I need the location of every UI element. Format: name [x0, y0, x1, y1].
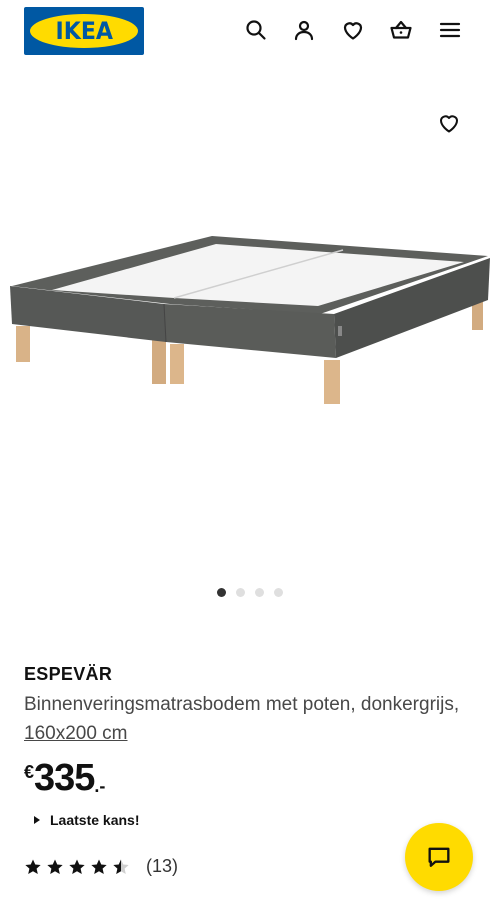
product-rating[interactable]: (13)	[24, 856, 178, 877]
product-price: € 335 .-	[24, 756, 105, 800]
logo-oval: IKEA	[30, 14, 138, 48]
product-gallery[interactable]	[0, 88, 498, 608]
product-info: ESPEVÄR Binnenveringsmatrasbodem met pot…	[24, 662, 474, 748]
account-icon[interactable]	[291, 17, 317, 43]
chat-button[interactable]	[405, 823, 473, 891]
menu-icon[interactable]	[437, 17, 463, 43]
product-description: Binnenveringsmatrasbodem met poten, donk…	[24, 690, 474, 748]
notice-text: Laatste kans!	[50, 812, 140, 828]
gallery-pagination	[0, 588, 498, 597]
product-description-text: Binnenveringsmatrasbodem met poten, donk…	[24, 694, 460, 715]
favourite-heart-icon[interactable]	[436, 110, 462, 136]
basket-icon[interactable]	[388, 17, 414, 43]
review-count[interactable]: (13)	[146, 856, 178, 877]
star-full-icon	[91, 859, 107, 874]
chat-bubble-icon	[428, 847, 450, 867]
price-currency: €	[24, 762, 35, 782]
star-full-icon	[47, 859, 63, 874]
size-link[interactable]: 160x200 cm	[24, 723, 128, 744]
pagination-dot-1[interactable]	[217, 588, 226, 597]
product-image-bed[interactable]	[8, 228, 492, 418]
pagination-dot-2[interactable]	[236, 588, 245, 597]
price-decimal: .-	[94, 776, 106, 796]
star-half-icon	[113, 859, 129, 874]
star-full-icon	[25, 859, 41, 874]
star-full-icon	[69, 859, 85, 874]
triangle-bullet-icon	[34, 816, 40, 824]
pagination-dot-4[interactable]	[274, 588, 283, 597]
pagination-dot-3[interactable]	[255, 588, 264, 597]
ikea-logo[interactable]: IKEA	[24, 7, 144, 55]
product-name: ESPEVÄR	[24, 664, 113, 684]
site-header: IKEA	[0, 0, 498, 64]
last-chance-notice: Laatste kans!	[34, 812, 139, 828]
heart-icon[interactable]	[340, 17, 366, 43]
search-icon[interactable]	[243, 17, 269, 43]
logo-text: IKEA	[55, 17, 113, 45]
price-integer: 335	[34, 757, 95, 799]
